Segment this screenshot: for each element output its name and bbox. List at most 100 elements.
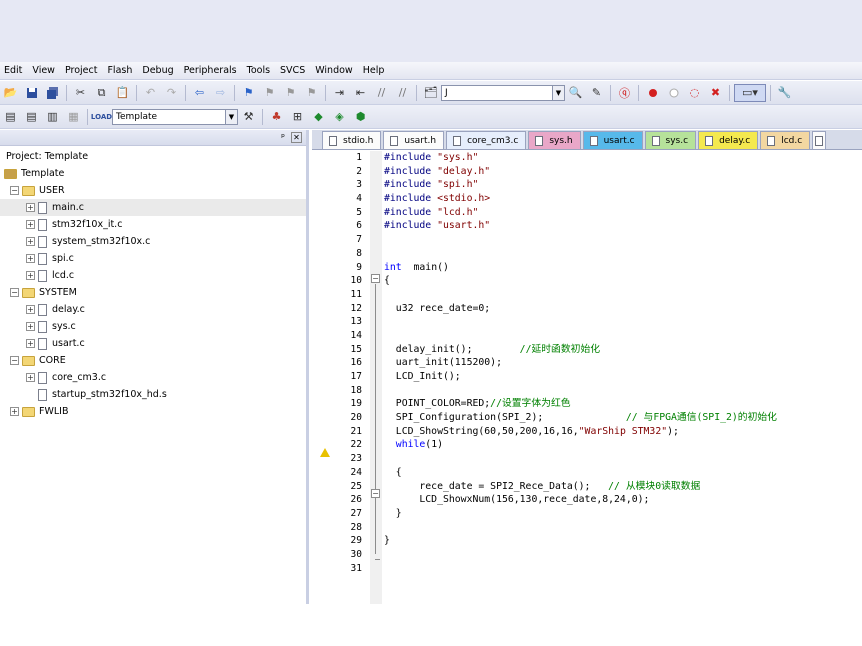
menu-window[interactable]: Window bbox=[311, 62, 358, 80]
tree-file[interactable]: + spi.c bbox=[0, 250, 306, 267]
code-line[interactable] bbox=[384, 247, 862, 261]
cut-icon[interactable]: ✂ bbox=[71, 84, 90, 102]
code-line[interactable]: #include "lcd.h" bbox=[384, 206, 862, 220]
tree-file[interactable]: + sys.c bbox=[0, 318, 306, 335]
code-line[interactable]: rece_date = SPI2_Rece_Data(); // 从模块0读取数… bbox=[384, 480, 862, 494]
fold-collapse-icon[interactable]: − bbox=[371, 274, 380, 283]
expand-icon[interactable]: + bbox=[26, 322, 35, 331]
code-line[interactable] bbox=[384, 452, 862, 466]
tree-group-fwlib[interactable]: + FWLIB bbox=[0, 403, 306, 420]
uncomment-icon[interactable]: // bbox=[393, 84, 412, 102]
tab-lcd-c[interactable]: lcd.c bbox=[760, 131, 811, 149]
code-line[interactable]: #include "usart.h" bbox=[384, 219, 862, 233]
menu-debug[interactable]: Debug bbox=[138, 62, 179, 80]
target-select[interactable]: Template ▼ bbox=[112, 108, 238, 125]
bookmark-prev-icon[interactable]: ⚑ bbox=[260, 84, 279, 102]
code-line[interactable] bbox=[384, 233, 862, 247]
pin-icon[interactable]: ᵖ bbox=[281, 133, 285, 143]
batch-build-icon[interactable]: ▦ bbox=[64, 108, 83, 126]
debug-session-icon[interactable]: ⓠ bbox=[615, 84, 634, 102]
tree-file[interactable]: + lcd.c bbox=[0, 267, 306, 284]
code-line[interactable]: SPI_Configuration(SPI_2); // 与FPGA通信(SPI… bbox=[384, 411, 862, 425]
code-line[interactable]: #include "sys.h" bbox=[384, 151, 862, 165]
enable-breakpoint-icon[interactable] bbox=[664, 84, 683, 102]
menu-view[interactable]: View bbox=[28, 62, 61, 80]
code-line[interactable]: } bbox=[384, 534, 862, 548]
code-line[interactable] bbox=[384, 562, 862, 576]
code-line[interactable]: LCD_ShowxNum(156,130,rece_date,8,24,0); bbox=[384, 493, 862, 507]
tree-group-system[interactable]: − SYSTEM bbox=[0, 284, 306, 301]
run-time-env-icon[interactable]: ⬢ bbox=[351, 108, 370, 126]
code-line[interactable]: #include "delay.h" bbox=[384, 165, 862, 179]
bookmark-clear-icon[interactable]: ⚑ bbox=[302, 84, 321, 102]
paste-icon[interactable]: 📋 bbox=[113, 84, 132, 102]
tree-group-core[interactable]: − CORE bbox=[0, 352, 306, 369]
code-line[interactable]: LCD_ShowString(60,50,200,16,16,"WarShip … bbox=[384, 425, 862, 439]
code-line[interactable]: delay_init(); //延时函数初始化 bbox=[384, 343, 862, 357]
code-line[interactable]: LCD_Init(); bbox=[384, 370, 862, 384]
code-line[interactable] bbox=[384, 548, 862, 562]
code-line[interactable]: while(1) bbox=[384, 438, 862, 452]
build-icon[interactable]: ▤ bbox=[22, 108, 41, 126]
file-extensions-icon[interactable]: ⊞ bbox=[288, 108, 307, 126]
collapse-icon[interactable]: − bbox=[10, 288, 19, 297]
tree-file[interactable]: + main.c bbox=[0, 199, 306, 216]
code-line[interactable]: uart_init(115200); bbox=[384, 356, 862, 370]
code-line[interactable] bbox=[384, 329, 862, 343]
undo-icon[interactable]: ↶ bbox=[141, 84, 160, 102]
kill-breakpoints-icon[interactable]: ✖ bbox=[706, 84, 725, 102]
code-line[interactable] bbox=[384, 315, 862, 329]
code-line[interactable]: #include "spi.h" bbox=[384, 178, 862, 192]
nav-back-icon[interactable]: ⇦ bbox=[190, 84, 209, 102]
code-line[interactable]: POINT_COLOR=RED;//设置字体为红色 bbox=[384, 397, 862, 411]
rebuild-icon[interactable]: ▥ bbox=[43, 108, 62, 126]
configure-icon[interactable]: 🔧 bbox=[775, 84, 794, 102]
tree-file[interactable]: + delay.c bbox=[0, 301, 306, 318]
redo-icon[interactable]: ↷ bbox=[162, 84, 181, 102]
bookmark-icon[interactable]: ⚑ bbox=[239, 84, 258, 102]
code-line[interactable] bbox=[384, 288, 862, 302]
save-icon[interactable] bbox=[22, 84, 41, 102]
code-line[interactable] bbox=[384, 521, 862, 535]
tab-delay-c[interactable]: delay.c bbox=[698, 131, 759, 149]
download-icon[interactable]: LOAD bbox=[91, 108, 112, 126]
bookmark-next-icon[interactable]: ⚑ bbox=[281, 84, 300, 102]
tree-file[interactable]: startup_stm32f10x_hd.s bbox=[0, 386, 306, 403]
translate-icon[interactable]: ▤ bbox=[1, 108, 20, 126]
open-file-icon[interactable]: 📂 bbox=[1, 84, 20, 102]
unindent-icon[interactable]: ⇤ bbox=[351, 84, 370, 102]
chevron-down-icon[interactable]: ▼ bbox=[552, 85, 564, 100]
tab-usart-h[interactable]: usart.h bbox=[383, 131, 445, 149]
tree-file[interactable]: + system_stm32f10x.c bbox=[0, 233, 306, 250]
nav-forward-icon[interactable]: ⇨ bbox=[211, 84, 230, 102]
menu-peripherals[interactable]: Peripherals bbox=[180, 62, 243, 80]
tab-overflow[interactable] bbox=[812, 131, 827, 149]
expand-icon[interactable]: + bbox=[26, 373, 35, 382]
expand-icon[interactable]: + bbox=[26, 220, 35, 229]
insert-breakpoint-icon[interactable] bbox=[643, 84, 662, 102]
incremental-find-icon[interactable]: ✎ bbox=[587, 84, 606, 102]
code-line[interactable] bbox=[384, 384, 862, 398]
code-line[interactable]: u32 rece_date=0; bbox=[384, 302, 862, 316]
expand-icon[interactable]: + bbox=[26, 271, 35, 280]
window-layout-icon[interactable]: ▭▾ bbox=[734, 83, 766, 102]
code-line[interactable]: { bbox=[384, 466, 862, 480]
menu-edit[interactable]: Edit bbox=[0, 62, 28, 80]
chevron-down-icon[interactable]: ▼ bbox=[225, 109, 237, 124]
tab-sys-c[interactable]: sys.c bbox=[644, 131, 697, 149]
code-area[interactable]: 1 2 3 4 5 6 7 8 9 10 11 12 13 14 15 16 17 18 19 20 21 22 23 24 2… bbox=[312, 151, 862, 604]
tab-stdio-h[interactable]: stdio.h bbox=[322, 131, 382, 149]
tree-file[interactable]: + stm32f10x_it.c bbox=[0, 216, 306, 233]
manage-components-icon[interactable]: ♣ bbox=[267, 108, 286, 126]
tree-file[interactable]: + core_cm3.c bbox=[0, 369, 306, 386]
expand-icon[interactable]: + bbox=[10, 407, 19, 416]
expand-icon[interactable]: + bbox=[26, 305, 35, 314]
menu-flash[interactable]: Flash bbox=[103, 62, 138, 80]
code-line[interactable]: int main() bbox=[384, 261, 862, 275]
close-icon[interactable]: ✕ bbox=[291, 132, 302, 143]
tab-usart-c[interactable]: usart.c bbox=[582, 131, 643, 149]
indent-icon[interactable]: ⇥ bbox=[330, 84, 349, 102]
copy-icon[interactable]: ⧉ bbox=[92, 84, 111, 102]
menu-svcs[interactable]: SVCS bbox=[276, 62, 311, 80]
find-combo[interactable]: J ▼ bbox=[441, 84, 565, 101]
